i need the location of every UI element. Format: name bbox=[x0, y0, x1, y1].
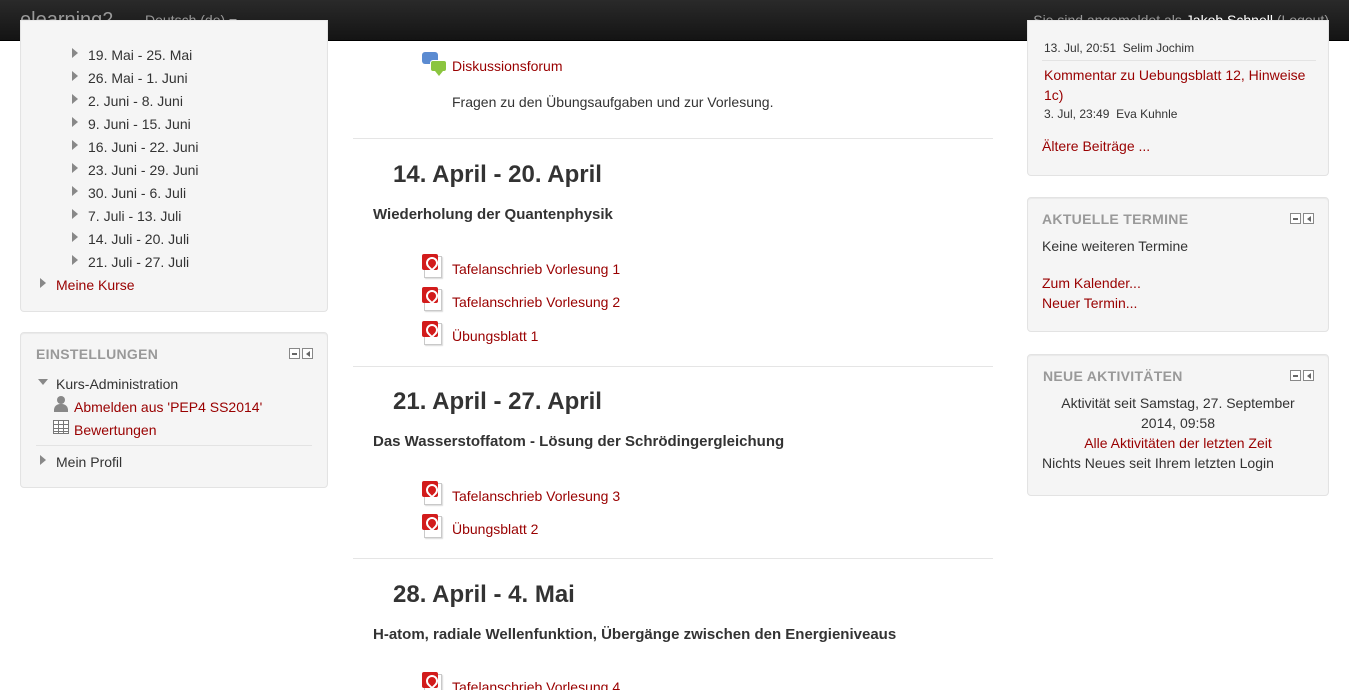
section-divider bbox=[353, 138, 993, 139]
section-title: 28. April - 4. Mai bbox=[393, 581, 575, 608]
activity-since-text: Aktivität seit Samstag, 27. September bbox=[1061, 395, 1295, 411]
expand-arrow-icon bbox=[72, 48, 78, 58]
block-controls bbox=[1288, 213, 1314, 229]
news-post-date: 13. Jul, 20:51 bbox=[1044, 41, 1117, 55]
expand-arrow-icon bbox=[72, 255, 78, 265]
nav-week-item[interactable]: 26. Mai - 1. Juni bbox=[88, 70, 188, 86]
unenrol-link[interactable]: Abmelden aus 'PEP4 SS2014' bbox=[74, 399, 262, 415]
resource-link[interactable]: Tafelanschrieb Vorlesung 4 bbox=[452, 679, 620, 690]
expand-arrow-icon bbox=[72, 94, 78, 104]
resource-link[interactable]: Tafelanschrieb Vorlesung 3 bbox=[452, 488, 620, 504]
news-post-date: 3. Jul, 23:49 bbox=[1044, 107, 1110, 121]
new-event-link[interactable]: Neuer Termin... bbox=[1042, 295, 1137, 311]
collapse-arrow-icon bbox=[38, 379, 48, 385]
minimize-block-icon[interactable] bbox=[1290, 370, 1301, 381]
news-post-link[interactable]: Kommentar zu Uebungsblatt 12, Hinweise 1… bbox=[1044, 65, 1314, 105]
expand-arrow-icon bbox=[40, 455, 46, 465]
minimize-block-icon[interactable] bbox=[1290, 213, 1301, 224]
nav-week-item[interactable]: 19. Mai - 25. Mai bbox=[88, 47, 192, 63]
section-title: 14. April - 20. April bbox=[393, 161, 602, 188]
resource-activity: Tafelanschrieb Vorlesung 4 bbox=[422, 672, 642, 690]
older-posts-link[interactable]: Ältere Beiträge ... bbox=[1042, 138, 1150, 154]
news-post-author: Eva Kuhnle bbox=[1116, 107, 1178, 121]
nav-week-item[interactable]: 16. Juni - 22. Juni bbox=[88, 139, 199, 155]
pdf-icon bbox=[422, 481, 444, 505]
course-admin-node[interactable]: Kurs-Administration bbox=[56, 376, 178, 392]
section-summary: Das Wasserstoffatom - Lösung der Schrödi… bbox=[373, 433, 785, 450]
activity-since-time: 2014, 09:58 bbox=[1141, 415, 1215, 431]
dock-block-icon[interactable] bbox=[1303, 370, 1314, 381]
expand-arrow-icon bbox=[72, 140, 78, 150]
nav-week-item[interactable]: 9. Juni - 15. Juni bbox=[88, 116, 191, 132]
expand-arrow-icon bbox=[72, 117, 78, 127]
my-profile-node[interactable]: Mein Profil bbox=[56, 454, 122, 470]
nav-week-item[interactable]: 14. Juli - 20. Juli bbox=[88, 231, 189, 247]
grades-table-icon bbox=[53, 420, 69, 434]
expand-arrow-icon bbox=[40, 278, 46, 288]
resource-link[interactable]: Übungsblatt 2 bbox=[452, 521, 538, 537]
forum-link[interactable]: Diskussionsforum bbox=[452, 58, 562, 74]
recent-title: NEUE AKTIVITÄTEN bbox=[1043, 368, 1183, 384]
expand-arrow-icon bbox=[72, 71, 78, 81]
section-divider bbox=[353, 366, 993, 367]
section-summary: H-atom, radiale Wellenfunktion, Übergäng… bbox=[373, 626, 897, 643]
pdf-icon bbox=[422, 514, 444, 538]
grades-link[interactable]: Bewertungen bbox=[74, 422, 157, 438]
news-post-meta: 13. Jul, 20:51 Selim Jochim bbox=[1044, 41, 1194, 55]
nav-week-item[interactable]: 21. Juli - 27. Juli bbox=[88, 254, 189, 270]
news-post-author: Selim Jochim bbox=[1122, 41, 1195, 55]
nav-week-item[interactable]: 30. Juni - 6. Juli bbox=[88, 185, 186, 201]
forum-description: Fragen zu den Übungsaufgaben und zur Vor… bbox=[452, 94, 774, 110]
forum-activity: Diskussionsforum bbox=[422, 52, 622, 76]
dock-block-icon[interactable] bbox=[302, 348, 313, 359]
upcoming-title: AKTUELLE TERMINE bbox=[1042, 211, 1189, 227]
minimize-block-icon[interactable] bbox=[289, 348, 300, 359]
expand-arrow-icon bbox=[72, 163, 78, 173]
pdf-icon bbox=[422, 321, 444, 345]
no-events-text: Keine weiteren Termine bbox=[1042, 238, 1189, 254]
nav-week-item[interactable]: 7. Juli - 13. Juli bbox=[88, 208, 181, 224]
section-summary: Wiederholung der Quantenphysik bbox=[373, 206, 613, 223]
resource-activity: Tafelanschrieb Vorlesung 1 bbox=[422, 254, 642, 278]
settings-divider bbox=[36, 445, 312, 446]
resource-activity: Tafelanschrieb Vorlesung 2 bbox=[422, 287, 642, 311]
resource-link[interactable]: Übungsblatt 1 bbox=[452, 328, 538, 344]
expand-arrow-icon bbox=[72, 232, 78, 242]
section-title: 21. April - 27. April bbox=[393, 388, 602, 415]
dock-block-icon[interactable] bbox=[1303, 213, 1314, 224]
resource-activity: Übungsblatt 2 bbox=[422, 514, 642, 538]
resource-activity: Tafelanschrieb Vorlesung 3 bbox=[422, 481, 642, 505]
block-controls bbox=[1288, 370, 1314, 386]
pdf-icon bbox=[422, 254, 444, 278]
resource-link[interactable]: Tafelanschrieb Vorlesung 2 bbox=[452, 294, 620, 310]
forum-icon bbox=[422, 52, 448, 76]
all-recent-activity-link[interactable]: Alle Aktivitäten der letzten Zeit bbox=[1027, 435, 1329, 451]
block-controls bbox=[287, 348, 313, 364]
nothing-new-text: Nichts Neues seit Ihrem letzten Login bbox=[1042, 455, 1274, 471]
upcoming-events-block: AKTUELLE TERMINE bbox=[1027, 197, 1329, 332]
news-post-meta: 3. Jul, 23:49 Eva Kuhnle bbox=[1044, 107, 1177, 121]
calendar-link[interactable]: Zum Kalender... bbox=[1042, 275, 1141, 291]
expand-arrow-icon bbox=[72, 209, 78, 219]
nav-week-item[interactable]: 2. Juni - 8. Juni bbox=[88, 93, 183, 109]
my-courses-link[interactable]: Meine Kurse bbox=[56, 277, 135, 293]
settings-title: EINSTELLUNGEN bbox=[36, 346, 159, 362]
pdf-icon bbox=[422, 287, 444, 311]
user-icon bbox=[53, 396, 69, 412]
news-divider bbox=[1042, 60, 1316, 61]
expand-arrow-icon bbox=[72, 186, 78, 196]
pdf-icon bbox=[422, 672, 444, 690]
resource-link[interactable]: Tafelanschrieb Vorlesung 1 bbox=[452, 261, 620, 277]
resource-activity: Übungsblatt 1 bbox=[422, 321, 642, 345]
nav-week-item[interactable]: 23. Juni - 29. Juni bbox=[88, 162, 199, 178]
section-divider bbox=[353, 558, 993, 559]
